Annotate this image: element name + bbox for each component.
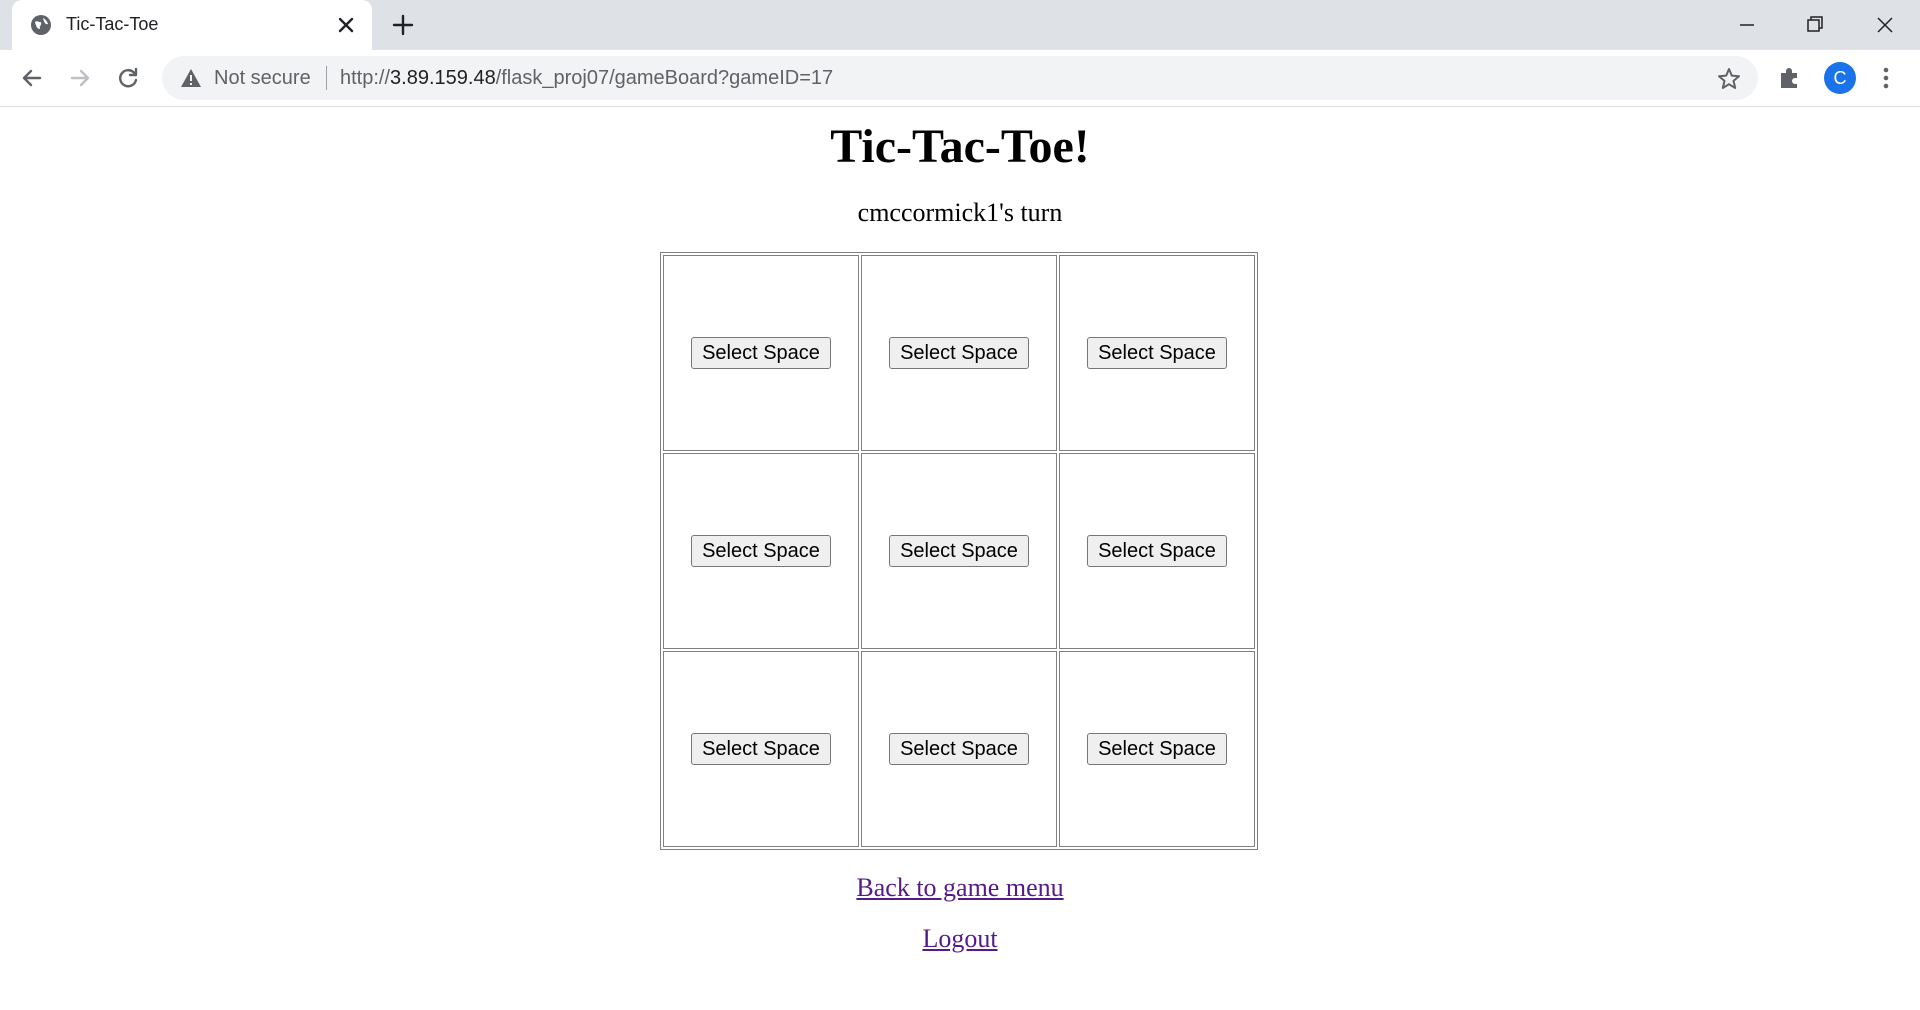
board-cell: Select Space <box>663 651 859 847</box>
url-scheme: http:// <box>340 67 391 89</box>
url-path: /flask_proj07/gameBoard?gameID=17 <box>495 67 834 89</box>
address-bar[interactable]: Not secure http://3.89.159.48/flask_proj… <box>162 56 1758 100</box>
more-menu-icon[interactable] <box>1872 64 1900 92</box>
board-cell: Select Space <box>1059 453 1255 649</box>
select-space-button[interactable]: Select Space <box>1087 535 1227 567</box>
select-space-button[interactable]: Select Space <box>1087 733 1227 765</box>
board-row: Select Space Select Space Select Space <box>663 651 1255 847</box>
board-cell: Select Space <box>1059 255 1255 451</box>
select-space-button[interactable]: Select Space <box>1087 337 1227 369</box>
reload-icon[interactable] <box>114 64 142 92</box>
board-cell: Select Space <box>861 453 1057 649</box>
url-host: 3.89.159.48 <box>390 67 496 89</box>
logout-link[interactable]: Logout <box>922 924 997 953</box>
url-text[interactable]: http://3.89.159.48/flask_proj07/gameBoar… <box>340 67 833 90</box>
warning-icon <box>181 69 201 87</box>
close-icon[interactable] <box>334 13 358 37</box>
browser-tab[interactable]: Tic-Tac-Toe <box>12 0 372 50</box>
tab-title: Tic-Tac-Toe <box>66 14 159 34</box>
minimize-icon[interactable] <box>1730 8 1764 42</box>
board-cell: Select Space <box>861 651 1057 847</box>
select-space-button[interactable]: Select Space <box>691 733 831 765</box>
board-cell: Select Space <box>1059 651 1255 847</box>
select-space-button[interactable]: Select Space <box>889 337 1029 369</box>
page-title: Tic-Tac-Toe! <box>830 120 1090 173</box>
select-space-button[interactable]: Select Space <box>691 535 831 567</box>
omnibox-divider <box>326 66 327 90</box>
board-cell: Select Space <box>663 255 859 451</box>
back-arrow-icon[interactable] <box>18 64 46 92</box>
game-board: Select Space Select Space Select Space S… <box>660 252 1258 850</box>
tab-strip: Tic-Tac-Toe <box>0 0 1920 50</box>
forward-arrow-icon[interactable] <box>66 64 94 92</box>
board-cell: Select Space <box>861 255 1057 451</box>
bookmark-star-icon[interactable] <box>1716 66 1742 92</box>
back-link-row: Back to game menu <box>0 871 1920 905</box>
select-space-button[interactable]: Select Space <box>691 337 831 369</box>
page-content: Tic-Tac-Toe! cmccormick1's turn Select S… <box>0 107 1920 1010</box>
globe-icon <box>31 15 51 35</box>
select-space-button[interactable]: Select Space <box>889 535 1029 567</box>
profile-avatar[interactable]: C <box>1824 62 1856 94</box>
select-space-button[interactable]: Select Space <box>889 733 1029 765</box>
turn-indicator: cmccormick1's turn <box>857 198 1063 227</box>
board-cell: Select Space <box>663 453 859 649</box>
logout-link-row: Logout <box>0 922 1920 956</box>
board-row: Select Space Select Space Select Space <box>663 453 1255 649</box>
browser-toolbar: Not secure http://3.89.159.48/flask_proj… <box>0 50 1920 107</box>
back-to-menu-link[interactable]: Back to game menu <box>856 873 1063 902</box>
board-row: Select Space Select Space Select Space <box>663 255 1255 451</box>
new-tab-icon[interactable] <box>390 12 416 38</box>
extensions-puzzle-icon[interactable] <box>1776 64 1804 92</box>
restore-icon[interactable] <box>1798 8 1832 42</box>
security-label[interactable]: Not secure <box>214 67 311 90</box>
window-close-icon[interactable] <box>1868 8 1902 42</box>
